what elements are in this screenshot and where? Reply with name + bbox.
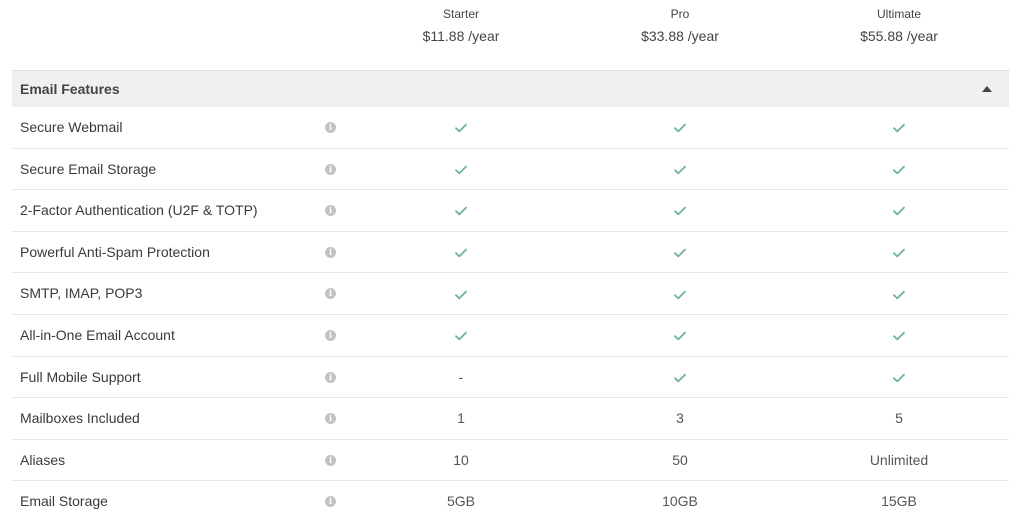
feature-name: Full Mobile Support <box>20 368 141 385</box>
check-icon <box>799 190 999 232</box>
check-icon <box>893 165 905 175</box>
check-icon <box>455 165 467 175</box>
check-icon <box>580 149 780 191</box>
info-icon[interactable]: i <box>325 163 336 175</box>
table-row: Email Storage i 5GB 10GB 15GB <box>12 481 1009 522</box>
table-row: Full Mobile Support i - <box>12 357 1009 399</box>
info-icon[interactable]: i <box>325 413 336 425</box>
check-icon <box>455 207 467 216</box>
check-icon <box>674 123 686 133</box>
check-icon <box>799 232 999 274</box>
plan-price: $55.88 /year <box>860 28 938 44</box>
check-icon <box>361 190 561 232</box>
feature-name: Mailboxes Included <box>20 410 140 427</box>
cell-value: Unlimited <box>869 451 929 468</box>
table-row: Powerful Anti-Spam Protection i <box>12 232 1009 274</box>
plan-name: Ultimate <box>876 7 921 21</box>
plan-name: Starter <box>442 7 479 21</box>
plan-name: Pro <box>670 7 690 21</box>
table-row: Mailboxes Included i 1 3 5 <box>12 398 1009 440</box>
plans-header: Starter $11.88 /year Pro $33.88 /year Ul… <box>0 0 1024 70</box>
check-icon <box>674 290 686 299</box>
check-icon <box>580 190 780 232</box>
check-icon <box>580 232 780 274</box>
feature-name: 2-Factor Authentication (U2F & TOTP) <box>20 202 258 219</box>
check-icon <box>674 248 686 258</box>
info-icon[interactable]: i <box>325 246 336 258</box>
check-icon <box>361 232 561 274</box>
feature-name: SMTP, IMAP, POP3 <box>20 285 143 302</box>
plan-price: $33.88 /year <box>641 28 719 44</box>
info-icon[interactable]: i <box>325 205 336 217</box>
feature-name: Secure Email Storage <box>20 160 157 177</box>
cell-value: 5 <box>895 410 903 427</box>
feature-name: Powerful Anti-Spam Protection <box>20 243 210 260</box>
cell-value: 50 <box>672 451 688 468</box>
check-icon <box>893 123 905 133</box>
check-icon <box>361 315 561 357</box>
check-icon <box>674 165 686 175</box>
cell-value: 3 <box>676 410 684 427</box>
info-icon[interactable]: i <box>325 122 336 133</box>
plan-price: $11.88 /year <box>422 28 500 44</box>
cell-value: 1 <box>457 410 465 427</box>
info-icon[interactable]: i <box>325 496 336 508</box>
table-row: 2-Factor Authentication (U2F & TOTP) i <box>12 190 1009 232</box>
check-icon <box>674 207 686 216</box>
check-icon <box>580 315 780 357</box>
plan-pro: Pro $33.88 /year <box>580 6 780 47</box>
check-icon <box>455 331 467 341</box>
plan-ultimate: Ultimate $55.88 /year <box>799 6 999 47</box>
check-icon <box>893 331 905 341</box>
check-icon <box>580 357 780 399</box>
cell-value: - <box>458 368 464 385</box>
check-icon <box>799 107 999 149</box>
check-icon <box>893 290 905 299</box>
check-icon <box>361 273 561 315</box>
check-icon <box>455 290 467 299</box>
section-title: Email Features <box>20 81 120 97</box>
info-icon[interactable]: i <box>325 288 336 300</box>
table-row: Secure Email Storage i <box>12 149 1009 191</box>
cell-value: 5GB <box>446 493 475 510</box>
plan-starter: Starter $11.88 /year <box>361 6 561 47</box>
check-icon <box>361 149 561 191</box>
check-icon <box>580 107 780 149</box>
feature-table: Secure Webmail i Secure Email Storage i 2-Fa… <box>12 107 1009 522</box>
feature-name: Secure Webmail <box>20 119 123 135</box>
feature-name: Email Storage <box>20 493 108 510</box>
table-row: All-in-One Email Account i <box>12 315 1009 357</box>
check-icon <box>455 123 467 133</box>
check-icon <box>674 373 686 383</box>
table-row: SMTP, IMAP, POP3 i <box>12 273 1009 315</box>
check-icon <box>455 248 467 258</box>
check-icon <box>893 248 905 258</box>
check-icon <box>893 373 905 383</box>
caret-up-icon[interactable] <box>982 86 992 92</box>
feature-name: All-in-One Email Account <box>20 326 175 343</box>
table-row: Secure Webmail i <box>12 107 1009 149</box>
check-icon <box>799 149 999 191</box>
check-icon <box>799 357 999 399</box>
feature-name: Aliases <box>20 451 66 468</box>
check-icon <box>580 273 780 315</box>
check-icon <box>799 273 999 315</box>
cell-value: 10GB <box>662 493 698 510</box>
info-icon[interactable]: i <box>325 371 336 383</box>
cell-value: 10 <box>453 451 469 468</box>
info-icon[interactable]: i <box>325 329 336 341</box>
check-icon <box>361 107 561 149</box>
email-features-section-toggle[interactable]: Email Features <box>12 70 1009 107</box>
check-icon <box>799 315 999 357</box>
check-icon <box>674 331 686 341</box>
info-icon[interactable]: i <box>325 454 336 466</box>
table-row: Aliases i 10 50 Unlimited <box>12 440 1009 482</box>
cell-value: 15GB <box>881 493 917 510</box>
check-icon <box>893 207 905 216</box>
